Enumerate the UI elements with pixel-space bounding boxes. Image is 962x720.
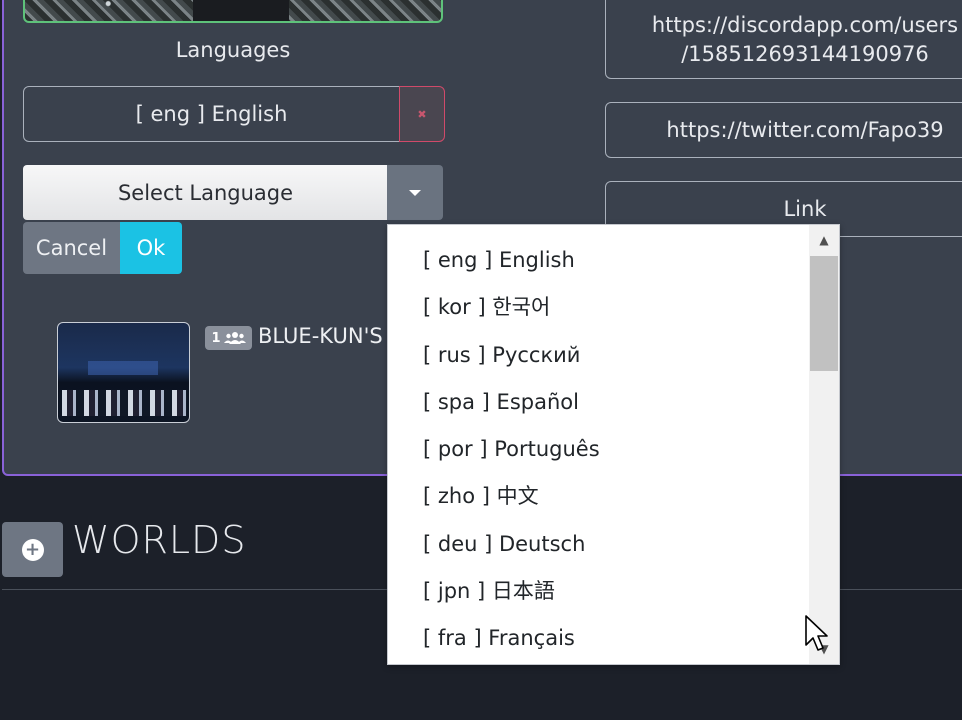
plus-circle-icon: + bbox=[21, 538, 44, 561]
current-language-entry: [ eng ] English bbox=[23, 86, 400, 142]
avatar-thumbnail[interactable] bbox=[23, 0, 443, 23]
users-icon bbox=[223, 332, 246, 344]
mouse-cursor-icon bbox=[805, 615, 828, 651]
scroll-thumb[interactable] bbox=[810, 256, 838, 371]
language-option[interactable]: [ spa ] Español bbox=[388, 379, 839, 426]
language-option[interactable]: [ fra ] Français bbox=[388, 615, 839, 662]
language-option[interactable]: [ deu ] Deutsch bbox=[388, 521, 839, 568]
language-option[interactable]: [ jpn ] 日本語 bbox=[388, 568, 839, 615]
language-option[interactable]: [ zho ] 中文 bbox=[388, 473, 839, 520]
close-icon: ✖ bbox=[417, 107, 427, 121]
languages-label: Languages bbox=[175, 38, 291, 62]
world-name[interactable]: BLUE-KUN'S H bbox=[258, 324, 405, 348]
language-option[interactable]: [ rus ] Русский bbox=[388, 332, 839, 379]
discord-link-line1: https://discordapp.com/users bbox=[651, 13, 959, 37]
discord-link[interactable]: https://discordapp.com/users /1585126931… bbox=[605, 0, 962, 79]
language-option[interactable]: [ kor ] 한국어 bbox=[388, 284, 839, 331]
caret-down-icon bbox=[409, 189, 421, 196]
worlds-section-title: WORLDS bbox=[72, 518, 247, 562]
language-option[interactable]: [ por ] Português bbox=[388, 426, 839, 473]
language-option[interactable]: [ eng ] English bbox=[388, 237, 839, 284]
ok-button[interactable]: Ok bbox=[120, 222, 182, 274]
dropdown-scrollbar[interactable]: ▲ ▼ bbox=[809, 225, 839, 664]
world-thumbnail[interactable] bbox=[57, 322, 190, 423]
language-dropdown-menu[interactable]: [ eng ] English [ kor ] 한국어 [ rus ] Русс… bbox=[387, 224, 840, 665]
select-language-toggle[interactable] bbox=[387, 165, 443, 220]
add-world-button[interactable]: + bbox=[2, 522, 63, 577]
remove-language-button[interactable]: ✖ bbox=[399, 86, 445, 142]
cancel-button[interactable]: Cancel bbox=[23, 222, 120, 274]
select-language-dropdown[interactable]: Select Language bbox=[23, 165, 388, 220]
player-count-badge: 1 bbox=[205, 326, 252, 350]
scroll-up-icon[interactable]: ▲ bbox=[809, 225, 839, 255]
player-count: 1 bbox=[211, 330, 221, 346]
twitter-link[interactable]: https://twitter.com/Fapo39 bbox=[605, 102, 962, 158]
discord-link-line2: /158512693144190976 bbox=[681, 42, 929, 66]
